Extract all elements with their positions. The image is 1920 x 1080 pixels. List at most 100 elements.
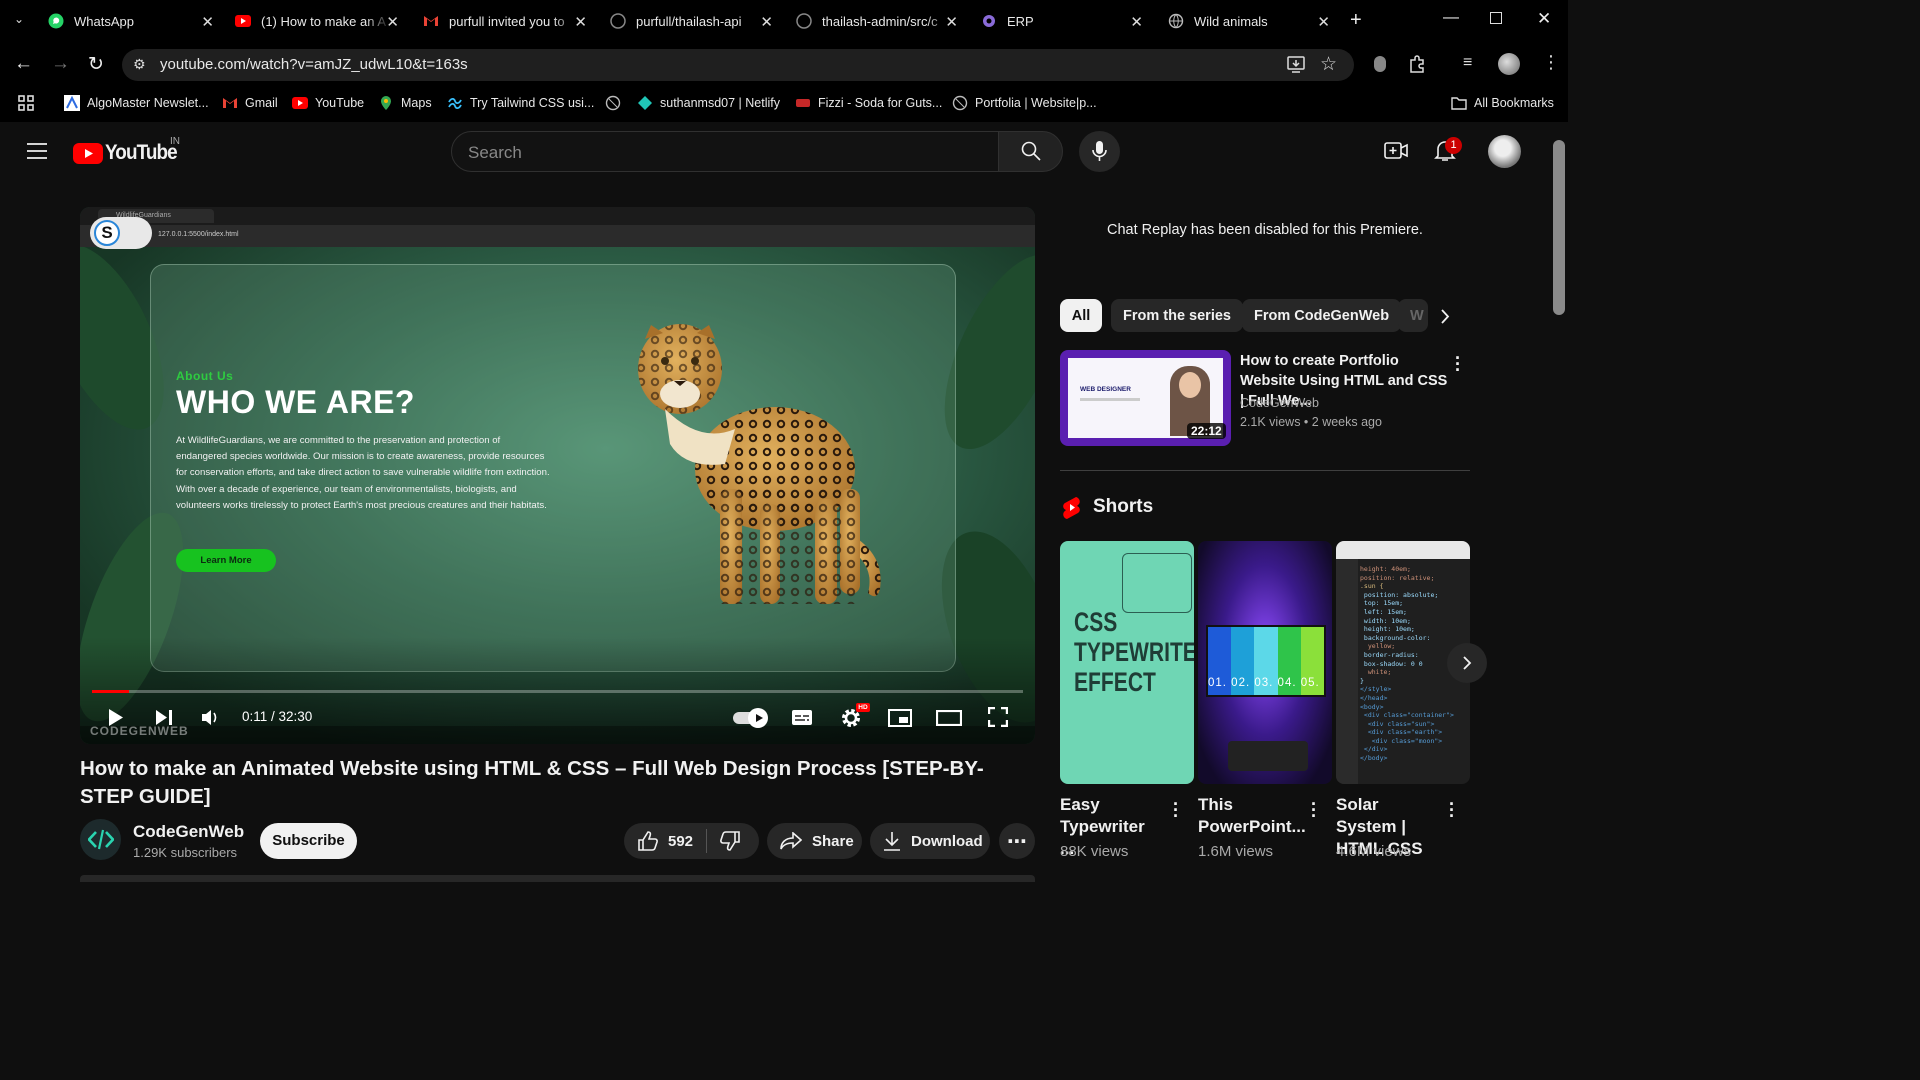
- back-arrow-icon[interactable]: ←: [14, 53, 33, 75]
- more-vertical-icon[interactable]: · · ·: [1449, 795, 1455, 825]
- bookmark-tailwind[interactable]: Try Tailwind CSS usi...: [447, 95, 594, 111]
- channel-watermark: CODEGENWEB: [90, 724, 189, 738]
- short-thumbnail-powerpoint[interactable]: 01. 02. 03. 04. 05.: [1198, 541, 1332, 784]
- bookmark-youtube[interactable]: YouTube: [292, 95, 364, 111]
- forward-arrow-icon[interactable]: →: [51, 53, 70, 75]
- like-button[interactable]: 592: [624, 823, 706, 859]
- chevron-right-icon[interactable]: [1440, 309, 1450, 324]
- short-thumbnail-typewriter[interactable]: CSS TYPEWRITER EFFECT: [1060, 541, 1194, 784]
- more-vertical-icon[interactable]: · · ·: [1455, 349, 1461, 379]
- chevron-right-icon: [1463, 656, 1472, 670]
- short-title[interactable]: This PowerPoint...: [1198, 794, 1306, 838]
- create-video-icon[interactable]: [1384, 140, 1408, 162]
- globe-icon[interactable]: [605, 95, 621, 111]
- tab-youtube-video[interactable]: (1) How to make an A ✕: [235, 0, 399, 42]
- tab-title: ERP: [1007, 13, 1034, 29]
- miniplayer-icon[interactable]: [888, 709, 912, 727]
- subtitles-icon[interactable]: [791, 709, 813, 726]
- bookmark-algomaster[interactable]: AlgoMaster Newslet...: [64, 95, 209, 111]
- thumbs-down-icon[interactable]: [720, 831, 740, 851]
- search-button[interactable]: [998, 131, 1063, 172]
- shorts-icon: [1063, 497, 1080, 519]
- video-duration: 22:12: [1187, 423, 1226, 439]
- tab-wild-animals[interactable]: Wild animals ✕: [1168, 0, 1330, 42]
- bookmark-label: Gmail: [245, 96, 278, 110]
- recommended-channel[interactable]: CodeGenWeb: [1240, 396, 1319, 410]
- tab-title: WhatsApp: [74, 13, 134, 29]
- chip-from-series[interactable]: From the series: [1111, 299, 1243, 332]
- download-button[interactable]: Download: [870, 823, 990, 859]
- close-icon[interactable]: ✕: [1317, 13, 1330, 31]
- bookmark-maps[interactable]: Maps: [378, 95, 432, 111]
- more-actions-button[interactable]: ⋯: [999, 823, 1035, 859]
- extension-icon[interactable]: [1374, 56, 1386, 72]
- bookmark-gmail[interactable]: Gmail: [222, 95, 278, 111]
- subscribe-button[interactable]: Subscribe: [260, 823, 357, 859]
- fullscreen-icon[interactable]: [988, 707, 1008, 727]
- url-text[interactable]: youtube.com/watch?v=amJZ_udwL10&t=163s: [160, 56, 468, 73]
- search-input[interactable]: [451, 131, 999, 172]
- tab-whatsapp[interactable]: WhatsApp ✕: [48, 0, 214, 42]
- tab-gmail[interactable]: purfull invited you to ✕: [423, 0, 587, 42]
- gmail-icon: [223, 98, 237, 108]
- browser-menu-icon[interactable]: ⋮: [1542, 52, 1560, 73]
- typewriter-drawing: [1122, 553, 1192, 613]
- profile-avatar[interactable]: [1498, 53, 1520, 75]
- download-icon: [884, 832, 900, 851]
- next-icon[interactable]: [155, 709, 173, 726]
- youtube-logo[interactable]: YouTube: [73, 141, 185, 165]
- scrollbar-thumb[interactable]: [1553, 140, 1565, 315]
- hamburger-menu-icon[interactable]: [27, 143, 47, 159]
- channel-name[interactable]: CodeGenWeb: [133, 822, 244, 842]
- recommended-thumbnail[interactable]: WEB DESIGNER 22:12: [1060, 350, 1231, 446]
- bookmark-netlify[interactable]: suthanmsd07 | Netlify: [637, 95, 780, 111]
- tab-github-admin[interactable]: thailash-admin/src/c ✕: [796, 0, 958, 42]
- share-arrow-icon: [780, 832, 802, 850]
- share-button[interactable]: Share: [767, 823, 862, 859]
- chip-from-codegenweb[interactable]: From CodeGenWeb: [1242, 299, 1402, 332]
- recommended-meta: 2.1K views • 2 weeks ago: [1240, 415, 1382, 429]
- chip-all[interactable]: All: [1060, 299, 1102, 332]
- close-icon[interactable]: ✕: [1130, 13, 1143, 31]
- shorts-next-button[interactable]: [1447, 643, 1487, 683]
- close-icon[interactable]: ✕: [945, 13, 958, 31]
- account-avatar[interactable]: [1488, 135, 1521, 168]
- tab-github-api[interactable]: purfull/thailash-api ✕: [610, 0, 773, 42]
- chip-more[interactable]: W: [1398, 299, 1428, 332]
- install-app-icon[interactable]: [1287, 56, 1305, 73]
- play-icon[interactable]: [108, 708, 124, 727]
- progress-track[interactable]: [92, 690, 1023, 693]
- all-bookmarks[interactable]: All Bookmarks: [1451, 95, 1554, 111]
- close-icon[interactable]: ✕: [760, 13, 773, 31]
- restore-window-icon[interactable]: [1490, 12, 1502, 24]
- new-tab-plus-icon[interactable]: +: [1350, 9, 1362, 32]
- apps-grid-icon[interactable]: [18, 95, 34, 111]
- bookmark-star-icon[interactable]: ☆: [1320, 53, 1337, 76]
- minimize-window-icon[interactable]: —: [1443, 9, 1459, 27]
- close-icon[interactable]: ✕: [574, 13, 587, 31]
- voice-search-button[interactable]: [1079, 131, 1120, 172]
- more-vertical-icon[interactable]: · · ·: [1173, 795, 1179, 825]
- tab-search-chevron-icon[interactable]: ⌄: [14, 12, 24, 26]
- subscriber-count: 1.29K subscribers: [133, 845, 238, 860]
- close-icon[interactable]: ✕: [201, 13, 214, 31]
- leopard-image: [638, 324, 881, 604]
- bookmark-portfolia[interactable]: Portfolia | Website|p...: [952, 95, 1097, 111]
- media-controls-icon[interactable]: ≡: [1463, 54, 1472, 72]
- extensions-puzzle-icon[interactable]: [1408, 55, 1426, 73]
- video-player[interactable]: WildlifeGuardians 127.0.0.1:5500/index.h…: [80, 207, 1035, 744]
- close-icon[interactable]: ✕: [386, 13, 399, 31]
- channel-avatar[interactable]: [80, 819, 121, 860]
- close-window-icon[interactable]: ✕: [1537, 9, 1551, 29]
- bookmark-fizzi[interactable]: Fizzi - Soda for Guts...: [795, 95, 942, 111]
- tab-title: (1) How to make an A: [261, 13, 386, 29]
- site-info-icon[interactable]: ⚙: [133, 56, 146, 73]
- short-views: 88K views: [1060, 843, 1129, 860]
- section-divider: [1060, 470, 1470, 471]
- volume-icon[interactable]: [201, 709, 219, 726]
- reload-icon[interactable]: ↻: [88, 53, 104, 76]
- tab-erp[interactable]: ERP ✕: [981, 0, 1143, 42]
- theater-mode-icon[interactable]: [936, 710, 962, 726]
- more-vertical-icon[interactable]: · · ·: [1311, 795, 1317, 825]
- globe-icon: [1168, 13, 1184, 29]
